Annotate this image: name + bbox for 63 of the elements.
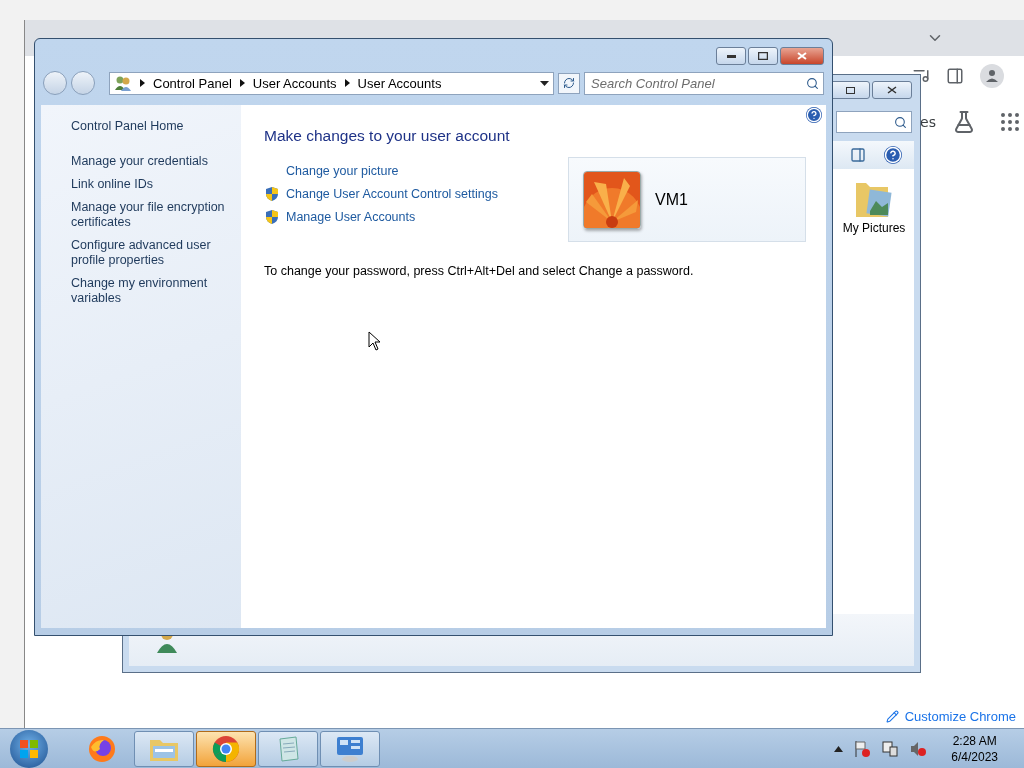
flag-icon[interactable] [853, 739, 872, 758]
task-link[interactable]: Change User Account Control settings [286, 186, 498, 201]
preview-pane-icon[interactable] [850, 147, 866, 163]
password-note: To change your password, press Ctrl+Alt+Del and select Change a password. [264, 264, 695, 278]
sidebar-link[interactable]: Control Panel Home [71, 119, 231, 134]
pointer-icon [368, 331, 382, 351]
taskbar-app[interactable] [258, 730, 318, 767]
show-hidden-icon[interactable] [834, 745, 844, 752]
sidebar-link[interactable]: Configure advanced user profile properties [71, 238, 231, 268]
search-field[interactable]: Search Control Panel [584, 71, 824, 95]
apps-grid-icon[interactable] [998, 110, 1022, 134]
breadcrumb-item[interactable]: User Accounts [252, 75, 337, 91]
close-button[interactable] [780, 47, 824, 65]
maximize-icon [758, 52, 768, 60]
pencil-icon [885, 710, 899, 723]
firefox-icon [88, 734, 116, 763]
maximize-button[interactable] [748, 47, 778, 65]
account-name: VM1 [655, 190, 688, 209]
users-icon [114, 75, 132, 91]
folder-label: My Pictures [842, 221, 906, 235]
profile-avatar[interactable] [980, 64, 1004, 88]
close-icon [887, 86, 897, 94]
network-icon[interactable] [881, 739, 900, 758]
search-icon[interactable] [806, 76, 819, 90]
restore-button[interactable] [830, 81, 870, 99]
taskbar-app[interactable] [134, 730, 194, 767]
control-panel-icon [335, 734, 365, 763]
close-button[interactable] [872, 81, 912, 99]
separator-arrow-icon[interactable] [140, 79, 145, 87]
dropdown-icon[interactable] [540, 80, 549, 86]
refresh-icon [563, 77, 575, 89]
start-button[interactable] [10, 729, 48, 768]
taskbar-app[interactable] [196, 730, 256, 767]
address-bar[interactable]: Control Panel User Accounts User Accounts [109, 71, 554, 95]
page-heading: Make changes to your user account [264, 127, 511, 145]
help-icon[interactable] [884, 146, 902, 164]
windows-logo-icon [19, 738, 39, 759]
shield-icon [264, 208, 280, 225]
sidebar-link[interactable]: Link online IDs [71, 177, 231, 192]
minimize-icon [726, 54, 736, 58]
restore-icon [845, 86, 855, 94]
side-panel-icon[interactable] [946, 67, 964, 85]
separator-arrow-icon[interactable] [239, 79, 245, 87]
partial-text: es [920, 114, 936, 130]
flask-icon[interactable] [952, 110, 976, 134]
clock[interactable]: 2:28 AM 6/4/2023 [951, 732, 998, 765]
search-icon [894, 115, 907, 129]
task-link[interactable]: Change your picture [286, 163, 399, 178]
taskbar-app[interactable] [320, 730, 380, 767]
help-icon[interactable] [806, 107, 822, 123]
breadcrumb-item[interactable]: Control Panel [153, 75, 232, 91]
task-link[interactable]: Manage User Accounts [286, 209, 416, 224]
shield-icon [264, 185, 280, 202]
chrome-icon [212, 734, 240, 763]
search-field[interactable] [836, 111, 912, 133]
refresh-button[interactable] [558, 72, 580, 94]
sidebar-link[interactable]: Manage your file encryption certificates [71, 200, 231, 230]
minimize-button[interactable] [716, 47, 746, 65]
breadcrumb-item[interactable]: User Accounts [357, 75, 442, 91]
sidebar-link[interactable]: Manage your credentials [71, 154, 231, 169]
separator-arrow-icon[interactable] [344, 79, 350, 87]
close-icon [797, 52, 807, 60]
sidebar-link[interactable]: Change my environment variables [71, 276, 231, 306]
